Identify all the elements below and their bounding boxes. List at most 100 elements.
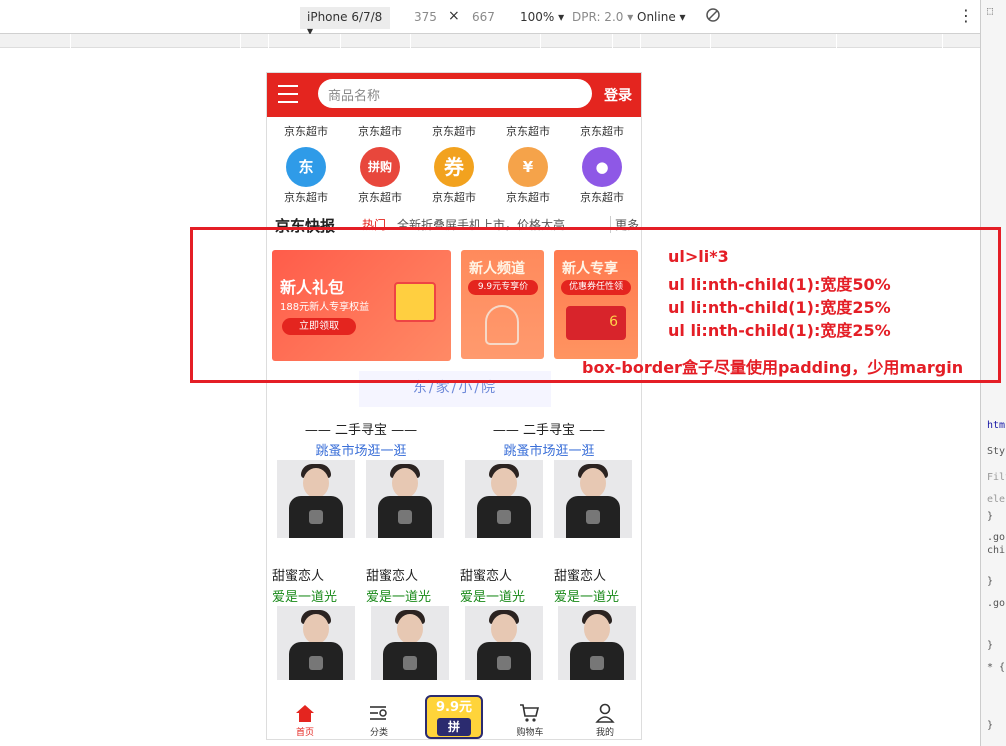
secondhand-title: —— 二手寻宝 —— [304, 423, 418, 438]
panel-line: chi [987, 545, 1006, 556]
product-photo[interactable] [465, 460, 543, 538]
annotation-line: box-border盒子尽量使用padding，少用margin [582, 358, 964, 377]
annotation-line: ul li:nth-child(1):宽度25% [668, 298, 891, 317]
secondhand-header: —— 二手寻宝 —— 跳蚤市场逛一逛 [267, 419, 455, 459]
product-photo[interactable] [558, 606, 636, 680]
product-photo[interactable] [371, 606, 449, 680]
panel-line: } [987, 640, 994, 651]
search-placeholder: 商品名称 [328, 89, 381, 104]
panel-line: ele [987, 494, 1006, 505]
category-label[interactable]: 京东超市 [419, 189, 489, 205]
group-buy-icon: 拼购 [360, 147, 400, 187]
inspect-icon[interactable]: ⬚ [987, 6, 993, 17]
product-photo[interactable] [366, 460, 444, 538]
home-icon [296, 705, 314, 722]
panel-line[interactable]: Filt [987, 472, 1006, 483]
category-label[interactable]: 京东超市 [419, 123, 489, 139]
game-icon: ● [582, 147, 622, 187]
search-input[interactable]: 商品名称 [318, 79, 592, 108]
panel-line: .go [987, 532, 1006, 543]
category-label[interactable]: 京东超市 [271, 123, 341, 139]
network-value: Online [637, 10, 676, 24]
coupon-icon: 券 [434, 147, 474, 187]
product-photo[interactable] [554, 460, 632, 538]
tab-promo-9-9[interactable]: 9.9元 拼 [425, 695, 483, 739]
category-label[interactable]: 京东超市 [493, 123, 563, 139]
more-menu-icon[interactable]: ⋮ [958, 6, 974, 25]
lover-item[interactable]: 甜蜜恋人 爱是一道光 [554, 565, 634, 605]
media-query-ruler [0, 34, 980, 48]
panel-line: } [987, 720, 994, 731]
secondhand-subtitle[interactable]: 跳蚤市场逛一逛 [455, 440, 641, 459]
product-photo[interactable] [465, 606, 543, 680]
panel-line[interactable]: Sty [987, 446, 1005, 457]
cart-icon [520, 704, 540, 722]
lover-desc: 爱是一道光 [554, 590, 620, 605]
menu-icon[interactable] [278, 85, 298, 103]
dpr-select[interactable]: DPR: 2.0 ▾ [572, 10, 633, 24]
category-labels-bottom: 京东超市 京东超市 京东超市 京东超市 京东超市 [267, 189, 641, 205]
category-item[interactable]: 拼购 [345, 147, 415, 189]
rotate-icon[interactable] [705, 7, 721, 26]
panel-line: } [987, 511, 994, 522]
device-select[interactable]: iPhone 6/7/8 ▾ [300, 7, 390, 38]
tab-cart[interactable]: 购物车 [500, 703, 560, 738]
category-label[interactable]: 京东超市 [493, 189, 563, 205]
network-select[interactable]: Online ▾ [637, 10, 686, 24]
height-field[interactable]: 667 [472, 10, 495, 24]
category-item[interactable]: ¥ [493, 147, 563, 189]
jd-icon: 东 [286, 147, 326, 187]
lover-name: 甜蜜恋人 [554, 569, 607, 584]
annotation-line: ul li:nth-child(1):宽度25% [668, 321, 891, 340]
promo-badge-bottom: 拼 [437, 718, 471, 736]
devtools-toolbar: iPhone 6/7/8 ▾ 375 × 667 100% ▾ DPR: 2.0… [0, 0, 980, 38]
lover-item[interactable]: 甜蜜恋人 爱是一道光 [272, 565, 352, 605]
lover-desc: 爱是一道光 [366, 590, 432, 605]
zoom-value: 100% [520, 10, 555, 24]
tab-label: 首页 [295, 728, 314, 738]
tab-label: 购物车 [516, 728, 544, 738]
panel-line: .go [987, 598, 1006, 609]
annotation-line: ul li:nth-child(1):宽度50% [668, 275, 891, 294]
product-photo[interactable] [277, 606, 355, 680]
promo-badge-top: 9.9元 [435, 700, 473, 715]
secondhand-subtitle[interactable]: 跳蚤市场逛一逛 [267, 440, 455, 459]
category-label[interactable]: 京东超市 [271, 189, 341, 205]
category-label[interactable]: 京东超市 [567, 189, 637, 205]
login-button[interactable]: 登录 [604, 85, 632, 105]
panel-line: } [987, 576, 994, 587]
secondhand-title: —— 二手寻宝 —— [492, 423, 606, 438]
zoom-select[interactable]: 100% ▾ [520, 10, 564, 24]
money-bag-icon: ¥ [508, 147, 548, 187]
lover-name: 甜蜜恋人 [366, 569, 419, 584]
lover-desc: 爱是一道光 [272, 590, 338, 605]
phone-viewport: 商品名称 登录 京东超市 京东超市 京东超市 京东超市 京东超市 东 拼购 券 … [266, 72, 642, 740]
tab-label: 分类 [369, 728, 388, 738]
category-search-icon [370, 706, 387, 720]
header-bar: 商品名称 登录 [267, 73, 641, 117]
bottom-tab-bar: 首页 分类 9.9元 拼 购物车 我的 [267, 691, 641, 739]
category-label[interactable]: 京东超市 [567, 123, 637, 139]
tab-category[interactable]: 分类 [349, 703, 409, 738]
times-sign: × [448, 8, 460, 24]
category-label[interactable]: 京东超市 [345, 123, 415, 139]
category-item[interactable]: 券 [419, 147, 489, 189]
category-label[interactable]: 京东超市 [345, 189, 415, 205]
category-labels-top: 京东超市 京东超市 京东超市 京东超市 京东超市 [267, 123, 641, 139]
category-item[interactable]: 东 [271, 147, 341, 189]
panel-line: * { [987, 662, 1006, 673]
device-name: iPhone 6/7/8 [307, 10, 383, 24]
width-field[interactable]: 375 [414, 10, 437, 24]
tab-label: 我的 [595, 728, 614, 738]
user-icon [595, 703, 615, 723]
secondhand-header: —— 二手寻宝 —— 跳蚤市场逛一逛 [455, 419, 641, 459]
category-item[interactable]: ● [567, 147, 637, 189]
tab-mine[interactable]: 我的 [575, 703, 635, 738]
product-photo[interactable] [277, 460, 355, 538]
lover-item[interactable]: 甜蜜恋人 爱是一道光 [460, 565, 540, 605]
lover-item[interactable]: 甜蜜恋人 爱是一道光 [366, 565, 446, 605]
dpr-value: DPR: 2.0 [572, 10, 624, 24]
category-icons: 东 拼购 券 ¥ ● [267, 147, 641, 189]
tab-home[interactable]: 首页 [275, 703, 335, 738]
lover-desc: 爱是一道光 [460, 590, 526, 605]
